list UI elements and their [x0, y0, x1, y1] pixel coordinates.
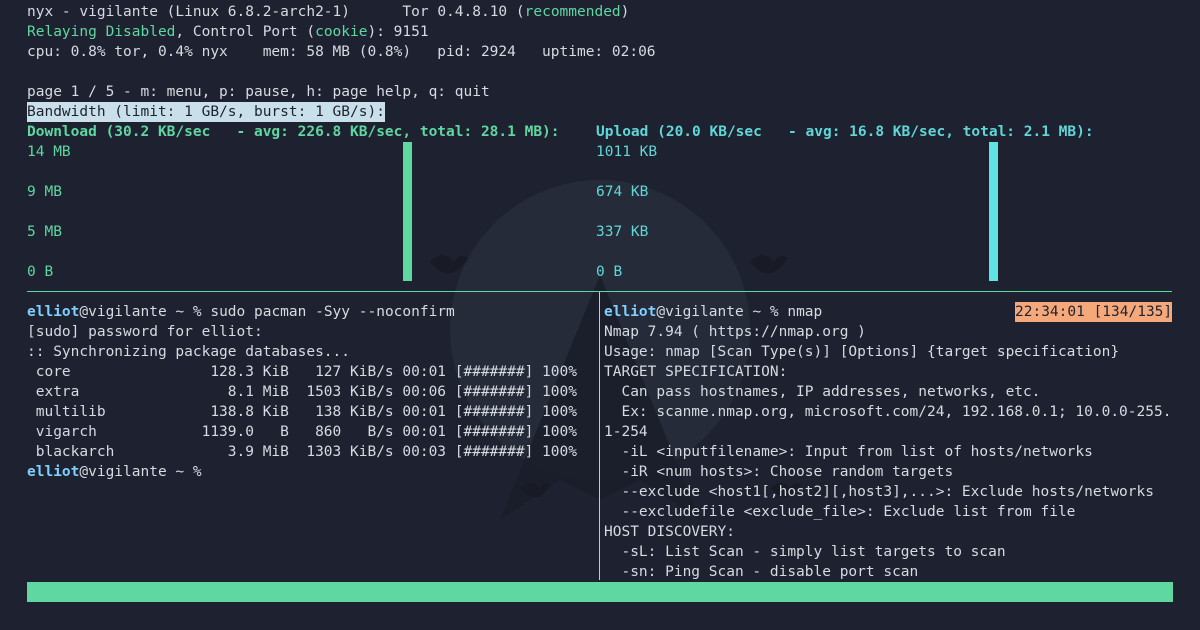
nyx-header: nyx - vigilante (Linux 6.8.2-arch2-1) To… [27, 2, 629, 22]
download-header: Download (30.2 KB/sec - avg: 226.8 KB/se… [27, 124, 560, 140]
terminal-output-line: vigarch 1139.0 B 860 B/s 00:01 [#######]… [27, 424, 577, 440]
download-axis-label: 14 MB [27, 144, 71, 160]
right-pane-prompt: elliot@vigilante ~ % nmap [604, 302, 822, 322]
control-port-label: , Control Port ( [175, 24, 316, 40]
upload-axis-label: 0 B [596, 264, 623, 280]
upload-axis-label: 1011 KB [596, 144, 658, 160]
control-port-value: ): 9151 [367, 24, 429, 40]
tmux-window-list[interactable]: [0] 0:python* [29, 602, 143, 622]
terminal-output-line: -iR <num hosts>: Choose random targets [604, 464, 954, 480]
pane-divider-vertical[interactable] [599, 292, 600, 580]
upload-axis-label: 674 KB [596, 184, 649, 200]
upload-header: Upload (20.0 KB/sec - avg: 16.8 KB/sec, … [596, 124, 1094, 140]
terminal-output-line: -sL: List Scan - simply list targets to … [604, 544, 1006, 560]
terminal-output-line: blackarch 3.9 MiB 1303 KiB/s 00:03 [####… [27, 444, 577, 460]
prompt-user: elliot [604, 304, 657, 320]
prompt-user: elliot [27, 304, 80, 320]
terminal-output-line: multilib 138.8 KiB 138 KiB/s 00:01 [####… [27, 404, 577, 420]
terminal-output-line: :: Synchronizing package databases... [27, 344, 351, 360]
left-pane-final-prompt[interactable]: elliot@vigilante ~ % [27, 462, 202, 482]
tmux-status-right: "vigilante" 22:35 05-Apr-24 [935, 622, 1171, 630]
terminal-output-line: --excludefile <exclude_file>: Exclude li… [604, 504, 1076, 520]
tmux-status-bar: [0] 0:python* "vigilante" 22:35 05-Apr-2… [27, 582, 1173, 630]
prompt-host: @vigilante ~ % [656, 304, 788, 320]
upload-bandwidth-bar [989, 142, 998, 281]
terminal-output-line: [sudo] password for elliot: [27, 324, 263, 340]
tor-version: Tor 0.4.8.10 ( [402, 4, 525, 20]
terminal-output-line: -iL <inputfilename>: Input from list of … [604, 444, 1093, 460]
download-axis-label: 5 MB [27, 224, 62, 240]
terminal-output-line: core 128.3 KiB 127 KiB/s 00:01 [#######]… [27, 364, 577, 380]
nyx-title: nyx - vigilante (Linux 6.8.2-arch2-1) [27, 4, 351, 20]
nyx-relay-status: Relaying Disabled, Control Port (cookie)… [27, 22, 429, 42]
tor-version-close: ) [620, 4, 630, 20]
terminal-output-line: Nmap 7.94 ( https://nmap.org ) [604, 324, 866, 340]
terminal-output-line: Usage: nmap [Scan Type(s)] [Options] {ta… [604, 344, 1120, 360]
prompt-user: elliot [27, 464, 80, 480]
relaying-status: Relaying Disabled [27, 24, 176, 40]
terminal-output-line: Ex: scanme.nmap.org, microsoft.com/24, 1… [604, 404, 1172, 420]
tmux-pane-clock: 22:34:01 [134/135] [1015, 302, 1173, 322]
download-axis-label: 0 B [27, 264, 54, 280]
nyx-stats: cpu: 0.8% tor, 0.4% nyx mem: 58 MB (0.8%… [27, 44, 656, 60]
download-bandwidth-bar [403, 142, 412, 281]
right-command: nmap [787, 304, 823, 320]
terminal-output-line: -sn: Ping Scan - disable port scan [604, 564, 919, 580]
terminal-output-line: TARGET SPECIFICATION: [604, 364, 788, 380]
prompt-host: @vigilante ~ % [79, 464, 202, 480]
terminal-output-line: 1-254 [604, 424, 648, 440]
terminal-output-line: extra 8.1 MiB 1503 KiB/s 00:06 [#######]… [27, 384, 577, 400]
left-pane-prompt: elliot@vigilante ~ % sudo pacman -Syy --… [27, 302, 455, 322]
control-port-auth: cookie [315, 24, 368, 40]
terminal-output-line: --exclude <host1[,host2][,host3],...>: E… [604, 484, 1154, 500]
terminal-output-line: HOST DISCOVERY: [604, 524, 735, 540]
nyx-page-help: page 1 / 5 - m: menu, p: pause, h: page … [27, 84, 490, 100]
upload-axis-label: 337 KB [596, 224, 649, 240]
terminal-output-line: Can pass hostnames, IP addresses, networ… [604, 384, 1041, 400]
prompt-host: @vigilante ~ % [79, 304, 211, 320]
tor-status: recommended [524, 4, 621, 20]
download-axis-label: 9 MB [27, 184, 62, 200]
bandwidth-title: Bandwidth (limit: 1 GB/s, burst: 1 GB/s)… [27, 102, 385, 122]
left-command: sudo pacman -Syy --noconfirm [210, 304, 455, 320]
